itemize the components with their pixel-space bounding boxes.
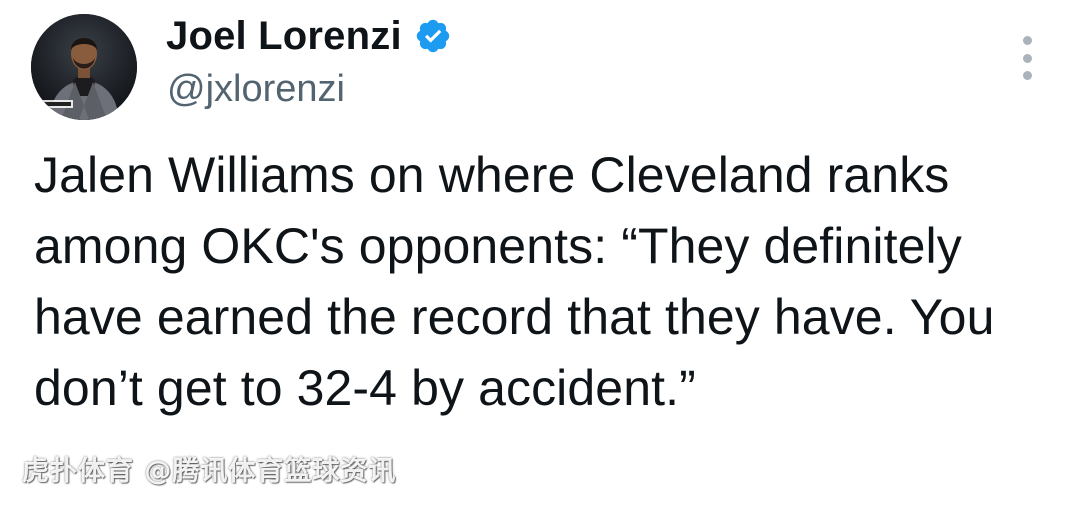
tweet-card: Joel Lorenzi @jxlorenzi Jalen Williams o… (0, 0, 1080, 505)
avatar-photo-icon (31, 14, 137, 120)
more-dot-icon (1022, 71, 1032, 80)
more-dot-icon (1022, 53, 1032, 63)
display-name[interactable]: Joel Lorenzi (166, 14, 402, 59)
avatar[interactable] (31, 14, 137, 120)
more-options-button[interactable] (1012, 36, 1042, 80)
author-handle[interactable]: @jxlorenzi (167, 68, 345, 111)
author-name-row: Joel Lorenzi (166, 10, 452, 62)
tweet-text: Jalen Williams on where Cleveland ranks … (34, 147, 995, 416)
more-dot-icon (1022, 36, 1032, 45)
watermark: 虎扑体育 @腾讯体育篮球资讯 (22, 456, 397, 487)
verified-badge-icon (414, 17, 452, 55)
